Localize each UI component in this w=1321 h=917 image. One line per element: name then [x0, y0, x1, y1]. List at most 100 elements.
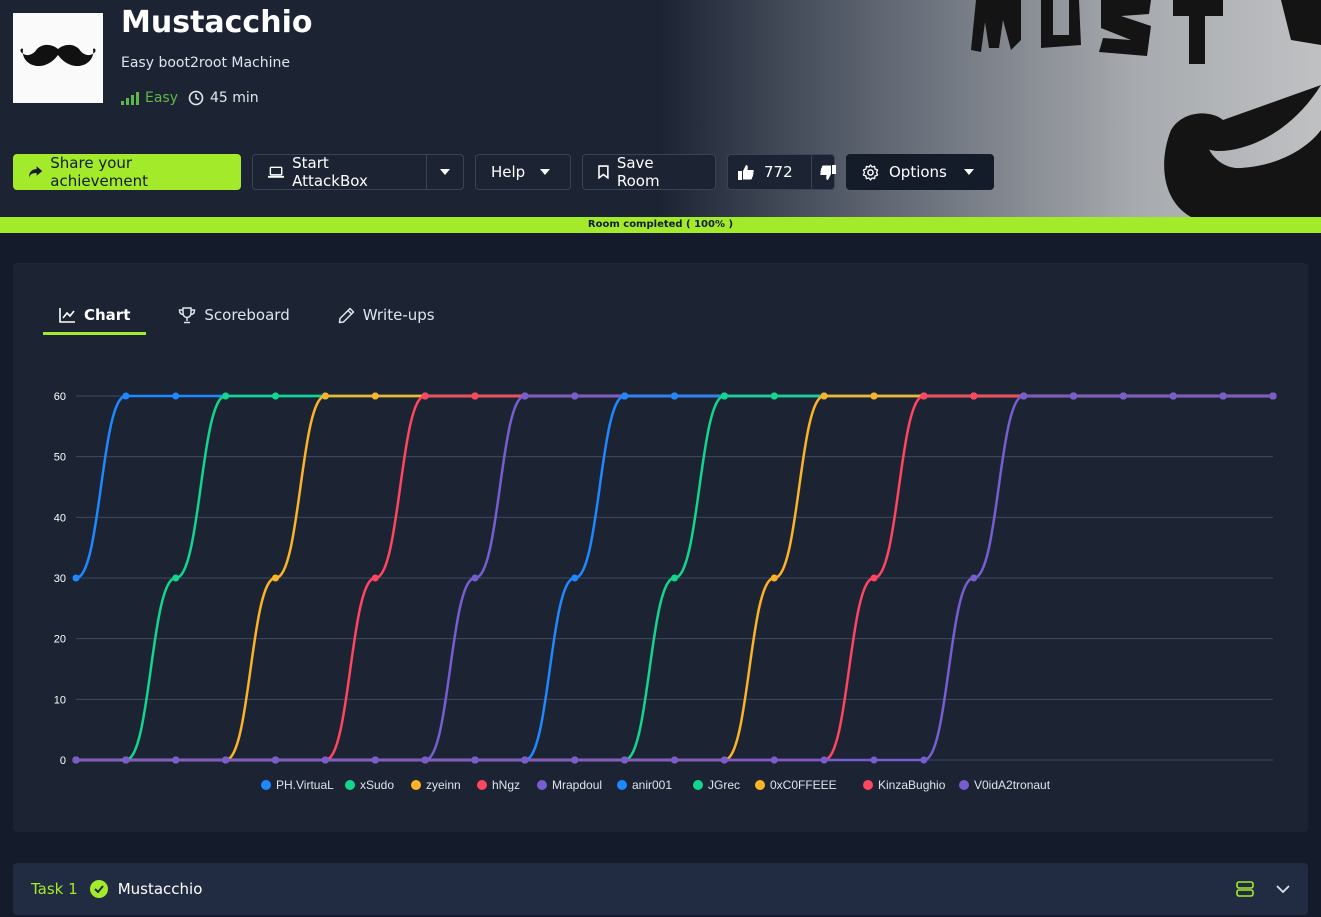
header-banner-art [971, 0, 1321, 217]
thumbs-down-icon [819, 164, 836, 180]
room-stats-panel: 0 10 20 30 40 50 60 PH.VirtuaL xSudo zyeinn hNgz Mr… [13, 263, 1308, 832]
gear-icon [862, 163, 879, 181]
data-point [122, 756, 130, 764]
legend-label: JGrec [708, 778, 740, 792]
data-point [321, 392, 329, 400]
data-point [970, 392, 978, 400]
data-point [671, 392, 678, 400]
trophy-icon [179, 306, 196, 323]
data-point [72, 574, 80, 582]
data-point [621, 756, 629, 764]
room-progress-label: Room completed ( 100% ) [587, 219, 734, 230]
tab-chart-label: Chart [84, 306, 131, 324]
data-point [870, 574, 878, 582]
data-point [621, 392, 629, 400]
stack-icon[interactable] [1236, 881, 1254, 897]
data-point [920, 756, 928, 764]
legend-label: anir001 [632, 778, 672, 792]
data-point [521, 756, 529, 764]
caret-down-icon [963, 169, 974, 175]
stats-tabs: Chart Scoreboard Write-ups [43, 297, 451, 335]
legend-label: zyeinn [426, 778, 461, 792]
data-point [272, 756, 279, 764]
likes-count: 772 [764, 163, 793, 181]
tab-write-ups-label: Write-ups [362, 306, 435, 324]
legend-marker [477, 780, 487, 790]
save-room-label: Save Room [616, 154, 660, 190]
data-point [471, 574, 479, 582]
legend-marker [863, 780, 873, 790]
data-point [870, 756, 878, 764]
start-attackbox-button[interactable]: Start AttackBox [253, 154, 418, 190]
legend-marker [537, 780, 547, 790]
save-room-button[interactable]: Save Room [582, 154, 716, 190]
legend-marker [261, 780, 271, 790]
data-point [770, 756, 778, 764]
help-button[interactable]: Help [475, 154, 571, 190]
task-1-header[interactable]: Task 1 Mustacchio [13, 863, 1308, 915]
y-tick-label: 20 [54, 634, 66, 646]
caret-down-icon [440, 169, 450, 175]
attackbox-button-group: Start AttackBox [252, 154, 464, 190]
options-button[interactable]: Options [846, 154, 994, 190]
chevron-down-icon[interactable] [1276, 884, 1290, 894]
share-achievement-label: Share your achievement [50, 154, 148, 190]
attackbox-dropdown-button[interactable] [426, 155, 463, 189]
data-point [471, 392, 479, 400]
thumbs-up-icon [738, 164, 754, 180]
data-point [1169, 392, 1177, 400]
data-point [222, 392, 230, 400]
data-point [571, 756, 579, 764]
tab-scoreboard-label: Scoreboard [204, 306, 290, 324]
vote-button-group: 772 [727, 154, 836, 190]
room-subtitle: Easy boot2root Machine [121, 55, 290, 71]
data-point [870, 392, 878, 400]
like-button[interactable]: 772 [728, 155, 803, 189]
data-point [820, 756, 828, 764]
share-achievement-button[interactable]: Share your achievement [13, 154, 241, 190]
data-point [272, 392, 279, 400]
data-point [371, 392, 379, 400]
options-label: Options [889, 163, 947, 181]
y-tick-label: 30 [54, 573, 66, 585]
line-chart-icon [59, 307, 75, 323]
legend-label: Mrapdoul [552, 778, 602, 792]
bookmark-icon [598, 165, 609, 179]
dislike-button[interactable] [810, 155, 844, 189]
tab-write-ups[interactable]: Write-ups [322, 297, 451, 333]
share-icon [29, 166, 43, 178]
leaderboard-line-chart: 0 10 20 30 40 50 60 PH.VirtuaL xSudo zyeinn hNgz Mr… [54, 391, 1277, 792]
legend-label: PH.VirtuaL [276, 778, 334, 792]
room-header: Mustacchio Easy boot2root Machine Easy 4… [0, 0, 1321, 217]
legend-label: 0xC0FFEEE [770, 778, 837, 792]
laptop-icon [268, 166, 285, 178]
tab-scoreboard[interactable]: Scoreboard [162, 297, 305, 333]
data-point [970, 574, 978, 582]
legend-marker [693, 780, 703, 790]
data-point [371, 756, 379, 764]
data-point [371, 574, 379, 582]
data-point [1269, 392, 1277, 400]
data-point [72, 756, 80, 764]
data-point [720, 392, 728, 400]
pencil-icon [338, 307, 354, 323]
data-point [1219, 392, 1227, 400]
room-toolbar: Share your achievement Start AttackBox H… [13, 154, 994, 190]
caret-down-icon [540, 169, 551, 175]
data-point [421, 756, 429, 764]
legend-marker [617, 780, 627, 790]
data-point [820, 392, 828, 400]
legend-marker [755, 780, 765, 790]
tab-chart[interactable]: Chart [43, 297, 147, 335]
legend-label: hNgz [492, 778, 520, 792]
data-point [172, 756, 180, 764]
task-actions [1236, 881, 1290, 897]
data-point [720, 756, 728, 764]
y-tick-label: 50 [54, 452, 66, 464]
data-point [471, 756, 479, 764]
data-point [1070, 392, 1077, 400]
data-point [671, 756, 678, 764]
help-label: Help [491, 163, 526, 181]
task-title: Mustacchio [117, 880, 203, 898]
data-point [172, 574, 180, 582]
